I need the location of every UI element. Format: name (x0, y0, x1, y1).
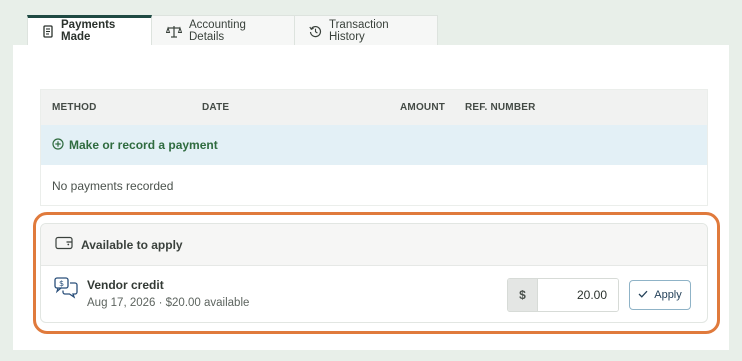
payments-table: METHOD DATE AMOUNT REF. NUMBER Make or r… (40, 89, 708, 206)
available-to-apply-card: Available to apply $ Vendor credit Aug 1… (40, 223, 708, 323)
vendor-credit-details: Aug 17, 2026 · $20.00 available (87, 297, 250, 309)
available-title: Available to apply (81, 237, 183, 252)
tab-label: Transaction History (329, 19, 389, 43)
payments-panel: METHOD DATE AMOUNT REF. NUMBER Make or r… (13, 45, 729, 350)
tab-bar: Payments Made Accounting Details Transac… (27, 15, 438, 46)
tab-payments-made[interactable]: Payments Made (27, 15, 152, 46)
history-icon (309, 25, 322, 38)
column-header-ref-number: REF. NUMBER (465, 102, 536, 113)
scale-icon (166, 25, 182, 38)
make-payment-label: Make or record a payment (69, 138, 218, 152)
tab-label: Accounting Details (189, 19, 246, 43)
apply-amount-input[interactable] (538, 279, 618, 311)
vendor-credit-icon: $ (54, 277, 78, 304)
empty-state-text: No payments recorded (52, 178, 174, 193)
apply-button[interactable]: Apply (629, 280, 691, 310)
tab-label: Payments Made (61, 19, 116, 43)
available-header: Available to apply (41, 224, 707, 266)
currency-prefix: $ (508, 279, 538, 311)
tab-accounting-details[interactable]: Accounting Details (152, 15, 295, 46)
make-payment-button[interactable]: Make or record a payment (41, 125, 707, 165)
apply-amount-field: $ (507, 278, 619, 312)
receipt-icon (42, 24, 54, 38)
apply-button-label: Apply (654, 289, 682, 301)
tab-transaction-history[interactable]: Transaction History (295, 15, 438, 46)
svg-text:$: $ (59, 279, 64, 288)
table-header: METHOD DATE AMOUNT REF. NUMBER (41, 90, 707, 125)
column-header-method: METHOD (52, 102, 97, 113)
vendor-credit-title: Vendor credit (87, 278, 164, 292)
vendor-credit-row: $ Vendor credit Aug 17, 2026 · $20.00 av… (41, 266, 707, 322)
wallet-icon (55, 236, 73, 253)
column-header-date: DATE (202, 102, 230, 113)
check-icon (638, 289, 648, 301)
column-header-amount: AMOUNT (400, 102, 446, 113)
plus-circle-icon (52, 137, 64, 153)
